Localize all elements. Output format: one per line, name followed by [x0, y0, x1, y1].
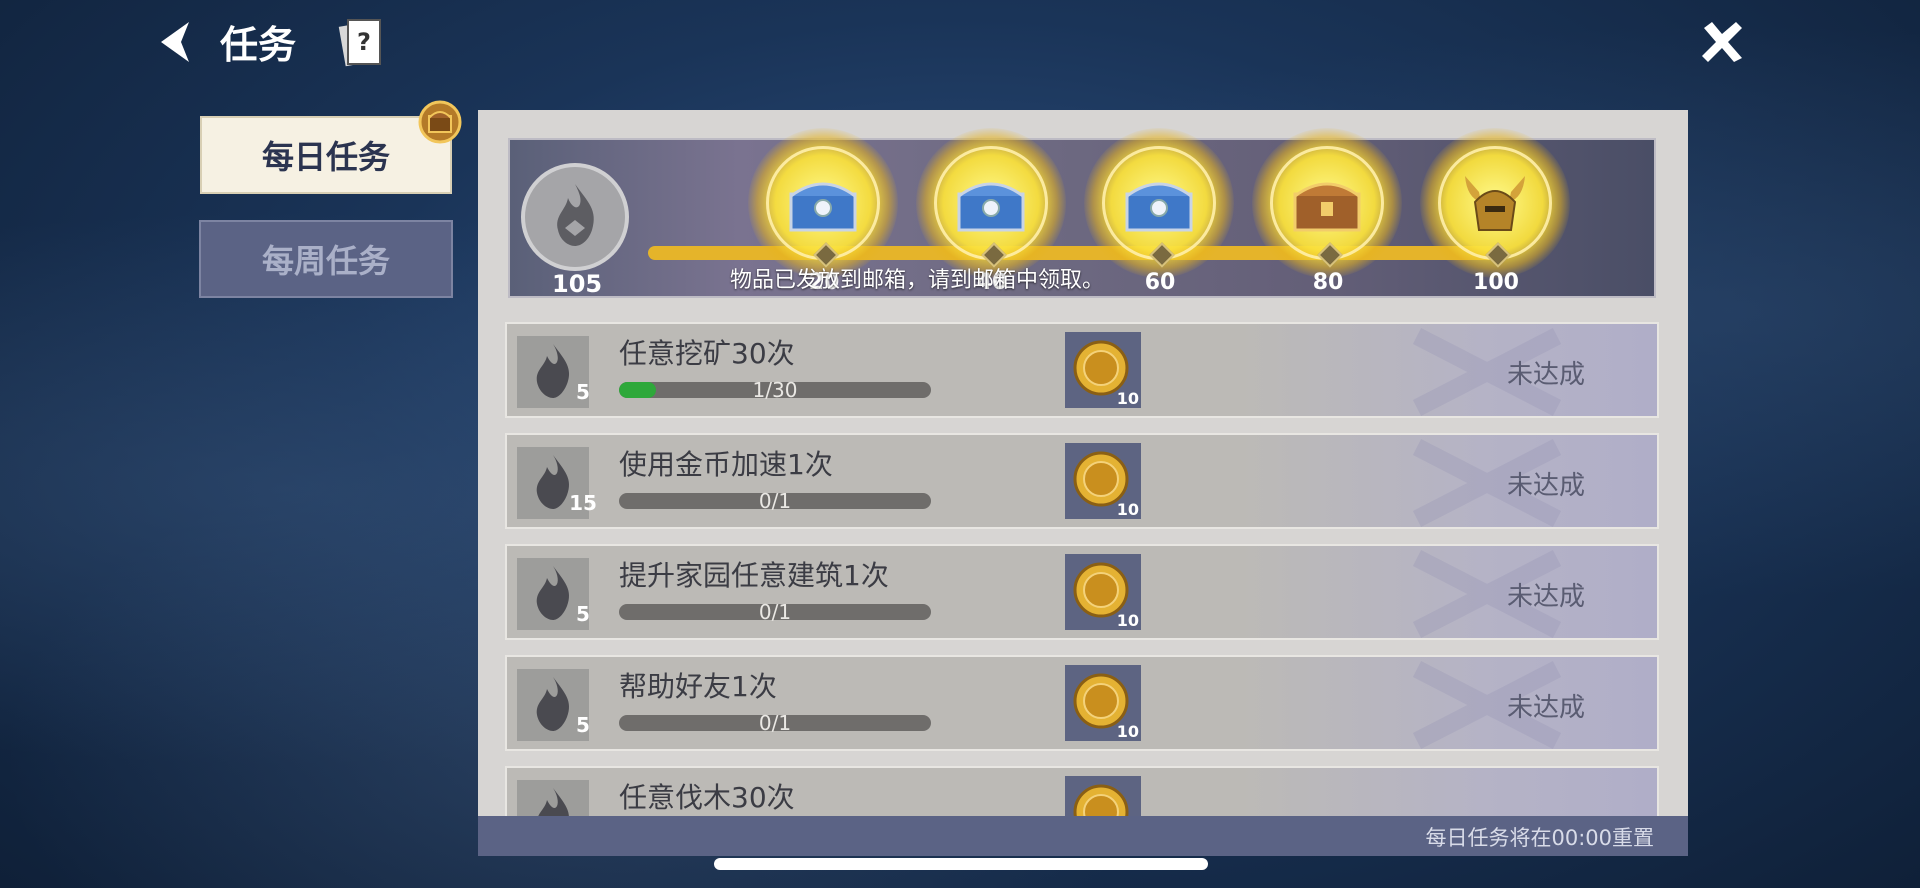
reward-count: 10: [1116, 389, 1139, 408]
task-row: 5 任意挖矿30次 1/30 10 未达成: [505, 322, 1659, 418]
task-progress-text: 0/1: [758, 711, 792, 735]
task-status: 未达成: [1506, 582, 1585, 612]
task-name: 提升家园任意建筑1次: [619, 559, 889, 592]
task-status: 未达成: [1506, 360, 1585, 390]
task-row: 15 使用金币加速1次 0/1 10 未达成: [505, 433, 1659, 529]
panel-footer: 每日任务将在00:00重置: [478, 816, 1688, 856]
reward-item[interactable]: 10: [1065, 332, 1141, 408]
reward-count: 10: [1116, 611, 1139, 630]
task-row: 5 提升家园任意建筑1次 0/1 10 未达成: [505, 544, 1659, 640]
blue-chest-icon: [789, 182, 857, 232]
page-title: 任务: [220, 23, 297, 67]
activity-progress-area: 105 20 40 60 80 100 物品已发放到邮箱，请到邮箱中领取。: [508, 128, 1656, 298]
reward-item[interactable]: 10: [1065, 665, 1141, 741]
task-name: 使用金币加速1次: [619, 448, 833, 481]
activity-flame-icon: [521, 163, 629, 271]
gold-coin-icon: [1073, 340, 1129, 396]
task-points: 5: [576, 380, 590, 404]
activity-total-value: 105: [552, 270, 603, 298]
mail-notice-toast: 物品已发放到邮箱，请到邮箱中领取。: [730, 268, 1105, 293]
task-name: 任意伐木30次: [619, 781, 795, 814]
task-progress-text: 0/1: [758, 600, 792, 624]
reset-time-notice: 每日任务将在00:00重置: [1425, 826, 1654, 850]
task-points: 5: [576, 713, 590, 737]
treasure-chest-badge-icon: [418, 100, 462, 144]
gold-coin-icon: [1073, 673, 1129, 729]
gold-coin-icon: [1073, 451, 1129, 507]
reward-item[interactable]: 10: [1065, 554, 1141, 630]
task-panel: 10 5 20 40 60 80 100 物品已发放到邮箱，请到邮箱中领取。 5 …: [478, 110, 1688, 856]
milestone-value: 60: [1144, 270, 1176, 295]
reward-count: 10: [1116, 722, 1139, 741]
task-progress-text: 0/1: [758, 489, 792, 513]
task-progress-text: 1/30: [752, 378, 798, 402]
home-indicator[interactable]: [714, 858, 1208, 870]
close-icon[interactable]: [1698, 18, 1746, 66]
task-row: 5 帮助好友1次 0/1 10 未达成: [505, 655, 1659, 751]
task-status: 未达成: [1506, 693, 1585, 723]
milestone-value: 80: [1312, 270, 1344, 295]
reward-count: 10: [1116, 500, 1139, 519]
help-book-icon[interactable]: ?: [338, 12, 384, 70]
tab-weekly-tasks[interactable]: 每周任务: [199, 220, 453, 298]
task-points: 15: [569, 491, 597, 515]
task-points: 5: [576, 602, 590, 626]
gold-chest-icon: [1293, 182, 1361, 232]
svg-text:?: ?: [357, 28, 371, 56]
tab-daily-tasks[interactable]: 每日任务: [200, 116, 452, 194]
milestone-value: 100: [1473, 270, 1519, 295]
task-name: 任意挖矿30次: [619, 337, 795, 370]
task-name: 帮助好友1次: [619, 670, 777, 703]
task-status: 未达成: [1506, 471, 1585, 501]
horned-helmet-icon: [1465, 176, 1525, 231]
reward-item[interactable]: 10: [1065, 443, 1141, 519]
back-arrow-icon[interactable]: [155, 18, 195, 66]
gold-coin-icon: [1073, 562, 1129, 618]
blue-chest-icon: [957, 182, 1025, 232]
blue-chest-icon: [1125, 182, 1193, 232]
